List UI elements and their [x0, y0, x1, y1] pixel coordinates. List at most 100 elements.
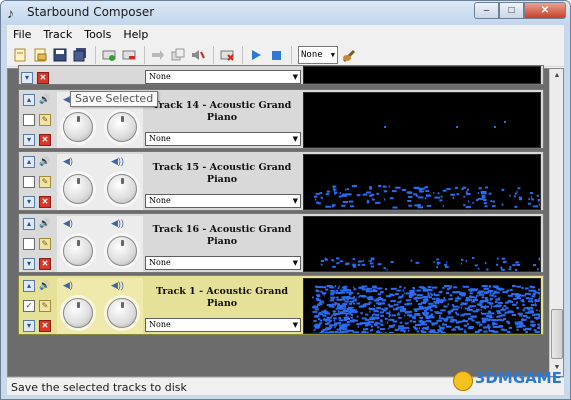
instrument-dropdown[interactable]: None ▼: [145, 318, 301, 332]
tooltip: Save Selected: [70, 91, 159, 107]
chevron-down-icon: ▼: [292, 197, 298, 205]
play-icon[interactable]: [247, 46, 265, 64]
volume-knob[interactable]: [63, 298, 93, 328]
instrument-select-value: None: [301, 49, 323, 60]
toolbar-separator: [291, 45, 292, 64]
volume-low-icon: ◀): [63, 280, 73, 290]
delete-track-icon[interactable]: ✕: [37, 72, 49, 84]
track-info: Track 14 - Acoustic Grand Piano None ▼: [145, 92, 301, 148]
pan-knob[interactable]: [107, 236, 137, 266]
edit-icon[interactable]: ✎: [39, 114, 51, 126]
collapse-icon[interactable]: ▾: [23, 320, 35, 332]
toolbar-separator: [242, 45, 243, 64]
collapse-icon[interactable]: ▾: [21, 72, 33, 84]
track-row[interactable]: ▴ 🔊 ✎ ▾ ✕ ◀) ◀)) Track 16 - Acoustic Gra…: [18, 213, 544, 273]
menu-track[interactable]: Track: [37, 28, 78, 41]
track-info: Track 16 - Acoustic Grand Piano None ▼: [145, 216, 301, 272]
scrollbar-thumb[interactable]: [551, 309, 563, 359]
track-preview: [303, 66, 541, 84]
instrument-dropdown[interactable]: None ▼: [145, 256, 301, 270]
collapse-icon[interactable]: ▾: [23, 196, 35, 208]
minimize-button[interactable]: –: [474, 2, 499, 19]
open-folder-icon[interactable]: [31, 46, 49, 64]
chevron-down-icon: ▼: [292, 259, 298, 267]
edit-icon[interactable]: ✎: [39, 176, 51, 188]
mute-icon[interactable]: [189, 46, 207, 64]
add-track-icon[interactable]: [100, 46, 118, 64]
menu-file[interactable]: File: [7, 28, 37, 41]
chevron-down-icon: ▼: [292, 73, 298, 81]
track-preview: [303, 278, 541, 334]
volume-knob[interactable]: [63, 112, 93, 142]
edit-icon[interactable]: ✎: [39, 238, 51, 250]
save-all-icon[interactable]: [71, 46, 89, 64]
track-checkbox[interactable]: [23, 238, 35, 250]
expand-icon[interactable]: ▴: [23, 94, 35, 106]
delete-track-icon[interactable]: ✕: [39, 134, 51, 146]
track-checkbox[interactable]: [23, 114, 35, 126]
toolbar-separator: [95, 45, 96, 64]
status-text: Save the selected tracks to disk: [11, 381, 187, 394]
toolbar-separator: [144, 45, 145, 64]
instrument-select[interactable]: None ▼: [298, 45, 338, 64]
duplicate-icon[interactable]: [169, 46, 187, 64]
menu-help[interactable]: Help: [117, 28, 154, 41]
track-controls: ▴ 🔊 ✎ ▾ ✕: [21, 154, 51, 210]
volume-low-icon: ◀): [63, 156, 73, 166]
chevron-down-icon: ▼: [292, 135, 298, 143]
remove-track-icon[interactable]: [120, 46, 138, 64]
volume-knob[interactable]: [63, 236, 93, 266]
music-note-icon: ♪: [7, 5, 14, 21]
scroll-up-icon[interactable]: ▲: [551, 70, 563, 82]
track-info: Track 1 - Acoustic Grand Piano None ▼: [145, 278, 301, 334]
speaker-icon[interactable]: 🔊: [39, 218, 50, 229]
track-checkbox-checked[interactable]: ✓: [23, 300, 35, 312]
collapse-icon[interactable]: ▾: [23, 258, 35, 270]
stop-icon[interactable]: [267, 46, 285, 64]
speaker-icon[interactable]: 🔊: [39, 280, 50, 291]
speaker-icon[interactable]: 🔊: [39, 156, 50, 167]
track-list: ▾ ✕ None ▼ ▴ 🔊 ✎ ▾ ✕ ◀) Track 14 - Acous…: [7, 65, 564, 377]
expand-icon[interactable]: ▴: [23, 280, 35, 292]
edit-icon[interactable]: ✎: [39, 300, 51, 312]
track-row[interactable]: ▾ ✕ None ▼: [18, 65, 544, 85]
track-controls: ▴ 🔊 ✎ ▾ ✕: [21, 216, 51, 272]
expand-icon[interactable]: ▴: [23, 156, 35, 168]
pan-knob[interactable]: [107, 112, 137, 142]
track-preview: [303, 216, 541, 272]
knob-panel: ◀) ◀)): [57, 216, 143, 272]
knob-panel: ◀) ◀)): [57, 278, 143, 334]
track-info: Track 15 - Acoustic Grand Piano None ▼: [145, 154, 301, 210]
pan-knob[interactable]: [107, 174, 137, 204]
delete-track-icon[interactable]: ✕: [39, 258, 51, 270]
expand-icon[interactable]: ▴: [23, 218, 35, 230]
track-row-selected[interactable]: ▴ 🔊 ✓ ✎ ▾ ✕ ◀) ◀)) Track 1 - Acoustic Gr…: [18, 275, 544, 335]
instrument-icon[interactable]: [341, 46, 359, 64]
menu-tools[interactable]: Tools: [78, 28, 117, 41]
delete-track-icon[interactable]: ✕: [39, 196, 51, 208]
maximize-button[interactable]: □: [499, 2, 524, 19]
instrument-dropdown[interactable]: None ▼: [145, 194, 301, 208]
instrument-dropdown[interactable]: None ▼: [145, 70, 301, 84]
instrument-dropdown-value: None: [149, 258, 171, 267]
track-title: Track 16 - Acoustic Grand Piano: [152, 224, 292, 247]
volume-high-icon: ◀)): [111, 218, 124, 228]
track-title: Track 15 - Acoustic Grand Piano: [152, 162, 292, 185]
new-doc-icon[interactable]: [11, 46, 29, 64]
track-checkbox[interactable]: [23, 176, 35, 188]
chevron-down-icon: ▼: [292, 321, 298, 329]
vertical-scrollbar[interactable]: ▲ ▼: [549, 69, 563, 376]
delete-track-icon[interactable]: ✕: [39, 320, 51, 332]
delete-icon[interactable]: [218, 46, 236, 64]
pan-knob[interactable]: [107, 298, 137, 328]
collapse-icon[interactable]: ▾: [23, 134, 35, 146]
volume-knob[interactable]: [63, 174, 93, 204]
watermark: 3DMGAME: [475, 369, 562, 387]
track-row[interactable]: ▴ 🔊 ✎ ▾ ✕ ◀) ◀)) Track 15 - Acoustic Gra…: [18, 151, 544, 211]
close-button[interactable]: ✕: [524, 2, 566, 19]
speaker-icon[interactable]: 🔊: [39, 94, 50, 105]
save-icon[interactable]: [51, 46, 69, 64]
instrument-dropdown-value: None: [149, 134, 171, 143]
instrument-dropdown[interactable]: None ▼: [145, 132, 301, 146]
arrow-icon[interactable]: [149, 46, 167, 64]
